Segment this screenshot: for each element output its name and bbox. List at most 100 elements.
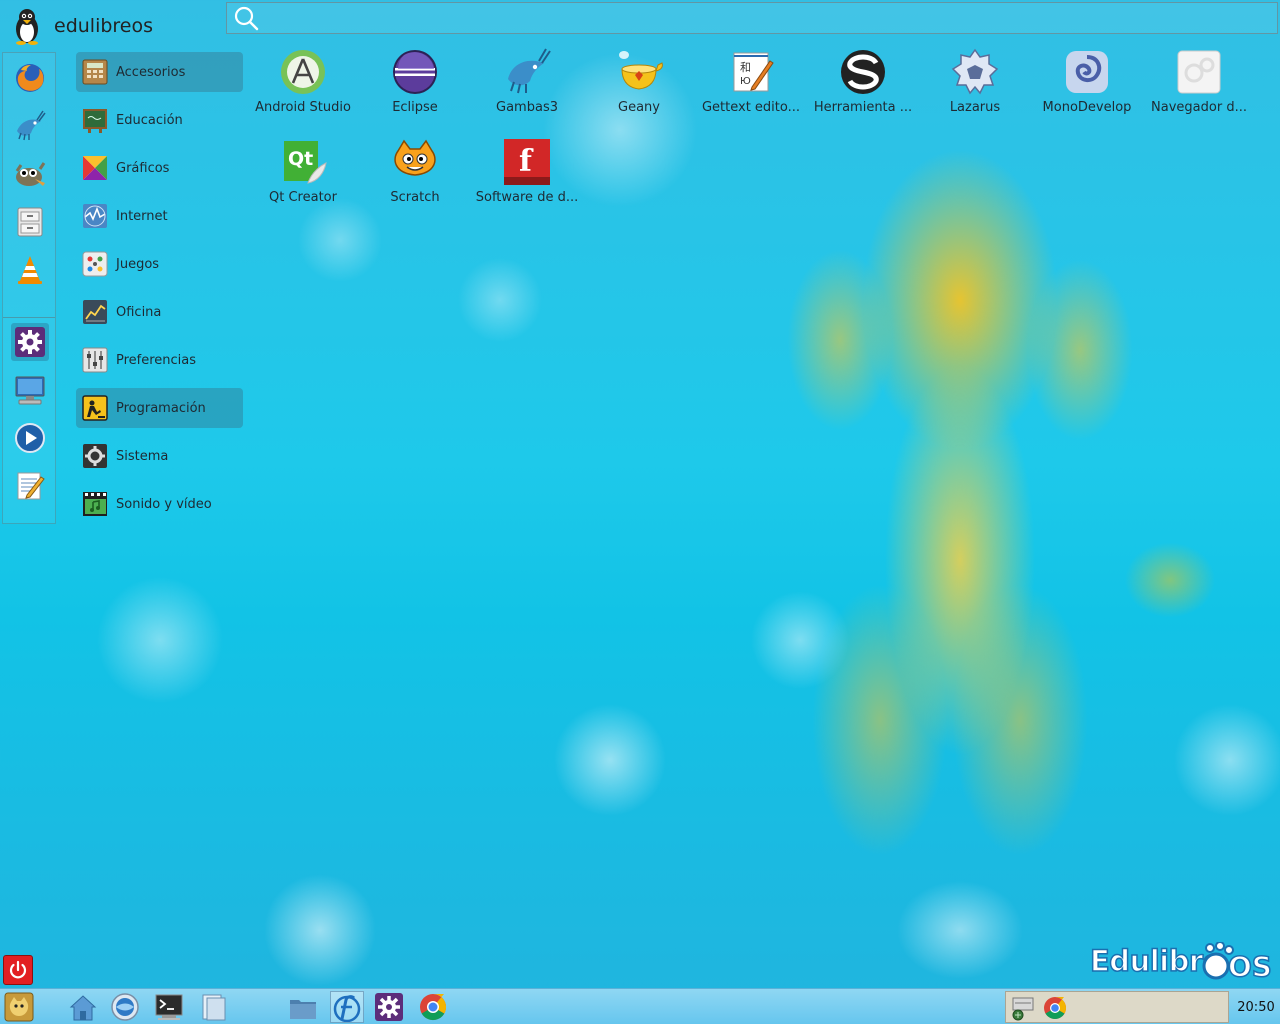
app-gettext-editor[interactable]: 和 Ю Gettext edito... bbox=[695, 46, 807, 130]
network-icon[interactable] bbox=[1010, 995, 1036, 1021]
app-label: Scratch bbox=[390, 190, 440, 205]
dock-media-player[interactable] bbox=[11, 419, 49, 457]
app-installer-icon bbox=[333, 995, 361, 1022]
category-sonido-video[interactable]: Sonido y vídeo bbox=[76, 484, 243, 524]
chrome-icon bbox=[420, 993, 447, 1021]
education-icon bbox=[83, 109, 107, 133]
dock-gimp[interactable] bbox=[11, 155, 49, 193]
app-label: Android Studio bbox=[255, 100, 351, 115]
taskbar-folder[interactable] bbox=[286, 991, 320, 1023]
app-label: Geany bbox=[618, 100, 660, 115]
app-android-studio[interactable]: Android Studio bbox=[247, 46, 359, 130]
app-label: Qt Creator bbox=[269, 190, 337, 205]
start-menu-icon bbox=[4, 992, 34, 1022]
category-label: Internet bbox=[116, 208, 168, 224]
taskbar-terminal[interactable] bbox=[152, 991, 186, 1023]
dock-settings[interactable] bbox=[11, 323, 49, 361]
search-bar[interactable] bbox=[226, 2, 1278, 34]
scratch-icon bbox=[394, 139, 436, 176]
system-tray bbox=[1005, 991, 1229, 1023]
app-label: Lazarus bbox=[949, 100, 1001, 115]
dock-computer[interactable] bbox=[11, 371, 49, 409]
taskbar-internet[interactable] bbox=[108, 991, 142, 1023]
category-oficina[interactable]: Oficina bbox=[76, 292, 243, 332]
power-icon bbox=[9, 960, 27, 979]
dock-vlc[interactable] bbox=[11, 251, 49, 289]
svg-text:Ю: Ю bbox=[740, 76, 751, 87]
gambas-icon bbox=[17, 110, 46, 141]
power-button[interactable] bbox=[3, 955, 33, 985]
category-preferencias[interactable]: Preferencias bbox=[76, 340, 243, 380]
app-lazarus[interactable]: Lazarus bbox=[919, 46, 1031, 130]
user-box[interactable]: edulibreos bbox=[10, 6, 153, 46]
edulibreos-logo: Edulibre OS bbox=[1089, 940, 1272, 984]
taskbar-home[interactable] bbox=[66, 991, 100, 1023]
penguin-avatar-icon bbox=[16, 9, 38, 45]
browser-icon bbox=[1177, 50, 1221, 94]
favorites-dock bbox=[2, 52, 56, 524]
app-herramienta[interactable]: Herramienta ... bbox=[807, 46, 919, 130]
category-sistema[interactable]: Sistema bbox=[76, 436, 243, 476]
qt-creator-icon: Qt bbox=[284, 141, 327, 184]
office-icon bbox=[83, 300, 107, 324]
category-internet[interactable]: Internet bbox=[76, 196, 243, 236]
svg-text:Qt: Qt bbox=[288, 148, 313, 170]
brand-suffix: OS bbox=[1228, 950, 1272, 982]
geany-icon bbox=[619, 51, 663, 90]
app-scratch[interactable]: Scratch bbox=[359, 136, 471, 220]
android-studio-icon bbox=[281, 50, 325, 94]
app-gambas3[interactable]: Gambas3 bbox=[471, 46, 583, 130]
user-name: edulibreos bbox=[54, 15, 154, 37]
app-label: Gambas3 bbox=[496, 100, 558, 115]
clock[interactable]: 20:50 bbox=[1232, 989, 1280, 1024]
accessories-icon bbox=[82, 59, 108, 85]
taskbar: 20:50 bbox=[0, 988, 1280, 1024]
programming-icon bbox=[82, 395, 108, 421]
taskbar-chrome[interactable] bbox=[416, 991, 450, 1023]
dock-text-editor[interactable] bbox=[11, 467, 49, 505]
category-educacion[interactable]: Educación bbox=[76, 100, 243, 140]
app-label: Software de d... bbox=[475, 190, 579, 205]
settings-icon bbox=[375, 993, 403, 1021]
category-label: Gráficos bbox=[116, 160, 170, 176]
gettext-icon: 和 Ю bbox=[733, 52, 774, 92]
category-label: Juegos bbox=[116, 256, 160, 272]
app-navegador[interactable]: Navegador d... bbox=[1143, 46, 1255, 130]
category-label: Sistema bbox=[116, 448, 169, 464]
dock-files[interactable] bbox=[11, 203, 49, 241]
taskbar-settings[interactable] bbox=[372, 991, 406, 1023]
svg-text:f: f bbox=[519, 144, 534, 179]
app-eclipse[interactable]: Eclipse bbox=[359, 46, 471, 130]
vlc-icon bbox=[18, 256, 42, 284]
app-geany[interactable]: Geany bbox=[583, 46, 695, 130]
settings-icon bbox=[15, 327, 45, 357]
taskbar-document[interactable] bbox=[196, 991, 230, 1023]
svg-text:和: 和 bbox=[740, 61, 751, 74]
app-software-de-diseno[interactable]: f Software de d... bbox=[471, 136, 583, 220]
category-juegos[interactable]: Juegos bbox=[76, 244, 243, 284]
chrome-icon[interactable] bbox=[1042, 995, 1068, 1021]
fritzing-icon: f bbox=[504, 139, 550, 185]
app-label: Eclipse bbox=[392, 100, 438, 115]
document-icon bbox=[202, 994, 226, 1021]
search-input[interactable] bbox=[259, 3, 1277, 33]
sound-video-icon bbox=[83, 492, 107, 516]
terminal-icon bbox=[155, 994, 183, 1020]
category-label: Programación bbox=[116, 400, 206, 416]
gambas-icon bbox=[508, 48, 551, 94]
lazarus-icon bbox=[951, 48, 999, 95]
category-programacion[interactable]: Programación bbox=[76, 388, 243, 428]
app-label: Navegador d... bbox=[1151, 100, 1247, 115]
taskbar-app-installer[interactable] bbox=[330, 991, 364, 1023]
app-monodevelop[interactable]: MonoDevelop bbox=[1031, 46, 1143, 130]
games-icon bbox=[82, 251, 108, 277]
dock-firefox[interactable] bbox=[11, 59, 49, 97]
dock-gambas[interactable] bbox=[11, 107, 49, 145]
category-accesorios[interactable]: Accesorios bbox=[76, 52, 243, 92]
system-icon bbox=[83, 444, 107, 468]
taskbar-start-menu[interactable] bbox=[2, 991, 36, 1023]
monodevelop-icon bbox=[1066, 51, 1108, 93]
app-qt-creator[interactable]: Qt Qt Creator bbox=[247, 136, 359, 220]
search-icon bbox=[234, 6, 259, 31]
category-graficos[interactable]: Gráficos bbox=[76, 148, 243, 188]
